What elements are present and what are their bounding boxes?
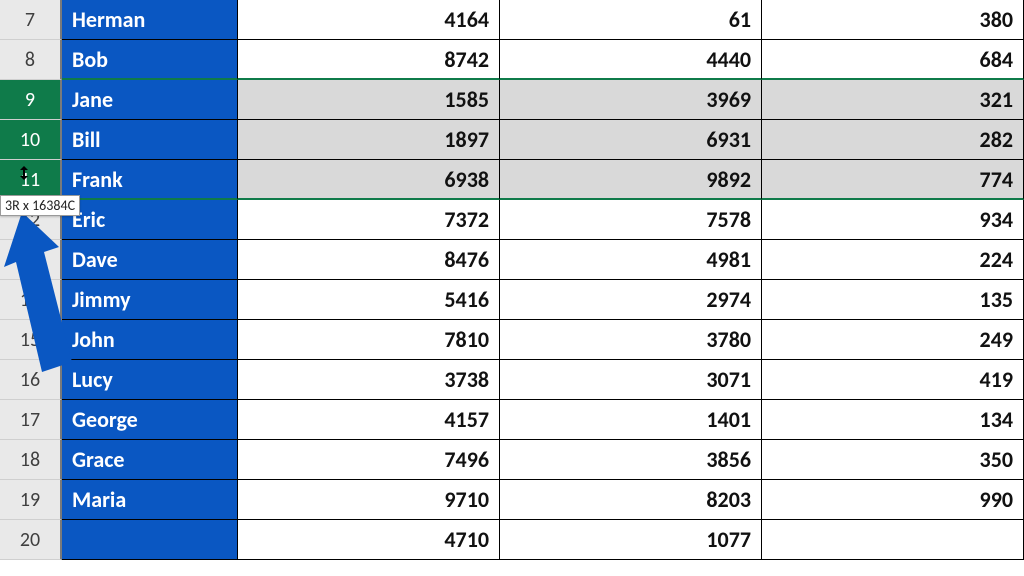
cell-value[interactable]: 135 <box>762 280 1024 320</box>
row-number: 14 <box>20 288 40 312</box>
selection-size-tooltip: 3R x 16384C <box>0 195 80 216</box>
cell-value[interactable]: 3738 <box>238 360 500 400</box>
cell-value[interactable]: 934 <box>762 200 1024 240</box>
row-header[interactable]: 8 <box>0 40 62 80</box>
cell-value[interactable]: 1077 <box>500 520 762 560</box>
row-header[interactable]: 18 <box>0 440 62 480</box>
table-row[interactable]: 8 Bob 8742 4440 684 <box>0 40 1024 80</box>
table-row[interactable]: 14 Jimmy 5416 2974 135 <box>0 280 1024 320</box>
cell-value[interactable]: 3780 <box>500 320 762 360</box>
cell-name[interactable]: George <box>62 400 238 440</box>
cell-value[interactable]: 350 <box>762 440 1024 480</box>
spreadsheet[interactable]: 7 Herman 4164 61 380 8 Bob 8742 4440 684… <box>0 0 1024 576</box>
row-header[interactable]: 13 <box>0 240 62 280</box>
table-row-selected[interactable]: 9 Jane 1585 3969 321 <box>0 80 1024 120</box>
cell-value[interactable]: 249 <box>762 320 1024 360</box>
row-number: 7 <box>25 8 35 32</box>
cell-value[interactable]: 7496 <box>238 440 500 480</box>
cell-value[interactable]: 134 <box>762 400 1024 440</box>
row-number: 10 <box>20 128 40 152</box>
cell-name[interactable]: Dave <box>62 240 238 280</box>
cell-value[interactable]: 8742 <box>238 40 500 80</box>
cell-value[interactable]: 7372 <box>238 200 500 240</box>
row-header[interactable]: 16 <box>0 360 62 400</box>
cell-value[interactable]: 282 <box>762 120 1024 160</box>
cell-name[interactable]: Jane <box>62 80 238 120</box>
cell-name[interactable]: Lucy <box>62 360 238 400</box>
row-header[interactable]: 19 <box>0 480 62 520</box>
cell-value[interactable] <box>762 520 1024 560</box>
cell-value[interactable]: 61 <box>500 0 762 40</box>
cell-name[interactable]: Grace <box>62 440 238 480</box>
cell-name[interactable]: John <box>62 320 238 360</box>
cell-value[interactable]: 4157 <box>238 400 500 440</box>
row-header[interactable]: 9 <box>0 80 62 120</box>
table-row-selected[interactable]: 11 Frank 6938 9892 774 <box>0 160 1024 200</box>
cell-name[interactable]: Maria <box>62 480 238 520</box>
row-number: 8 <box>25 48 35 72</box>
cell-value[interactable]: 7810 <box>238 320 500 360</box>
cell-value[interactable]: 8203 <box>500 480 762 520</box>
row-header[interactable]: 10 <box>0 120 62 160</box>
cell-value[interactable]: 2974 <box>500 280 762 320</box>
table-row[interactable]: 7 Herman 4164 61 380 <box>0 0 1024 40</box>
cell-value[interactable]: 1401 <box>500 400 762 440</box>
table-row[interactable]: 17 George 4157 1401 134 <box>0 400 1024 440</box>
cell-value[interactable]: 3969 <box>500 80 762 120</box>
cell-value[interactable]: 3856 <box>500 440 762 480</box>
cell-value[interactable]: 6938 <box>238 160 500 200</box>
row-number: 17 <box>20 408 40 432</box>
row-header[interactable]: 20 <box>0 520 62 560</box>
cell-value[interactable]: 1585 <box>238 80 500 120</box>
row-header[interactable]: 17 <box>0 400 62 440</box>
cell-value[interactable]: 4164 <box>238 0 500 40</box>
cell-value[interactable]: 5416 <box>238 280 500 320</box>
cell-value[interactable]: 224 <box>762 240 1024 280</box>
table-row[interactable]: 18 Grace 7496 3856 350 <box>0 440 1024 480</box>
row-number: 18 <box>20 448 40 472</box>
table-row[interactable]: 20 4710 1077 <box>0 520 1024 560</box>
cell-value[interactable]: 684 <box>762 40 1024 80</box>
cell-name[interactable]: Bill <box>62 120 238 160</box>
cell-name[interactable]: Herman <box>62 0 238 40</box>
row-number: 20 <box>20 528 40 552</box>
row-header[interactable]: 14 <box>0 280 62 320</box>
table-row[interactable]: 16 Lucy 3738 3071 419 <box>0 360 1024 400</box>
cell-value[interactable]: 8476 <box>238 240 500 280</box>
cell-value[interactable]: 321 <box>762 80 1024 120</box>
cell-name[interactable]: Jimmy <box>62 280 238 320</box>
row-number: 11 <box>20 168 40 192</box>
table-row[interactable]: 19 Maria 9710 8203 990 <box>0 480 1024 520</box>
row-number: 9 <box>25 88 35 112</box>
cell-value[interactable]: 4440 <box>500 40 762 80</box>
row-number: 13 <box>20 248 40 272</box>
cell-value[interactable]: 3071 <box>500 360 762 400</box>
cell-name[interactable]: Frank <box>62 160 238 200</box>
table-row[interactable]: 13 Dave 8476 4981 224 <box>0 240 1024 280</box>
row-number: 16 <box>20 368 40 392</box>
table-row[interactable]: 12 Eric 7372 7578 934 <box>0 200 1024 240</box>
cell-value[interactable]: 6931 <box>500 120 762 160</box>
cell-value[interactable]: 380 <box>762 0 1024 40</box>
row-number: 15 <box>20 328 40 352</box>
cell-value[interactable]: 419 <box>762 360 1024 400</box>
cell-value[interactable]: 9710 <box>238 480 500 520</box>
cell-value[interactable]: 7578 <box>500 200 762 240</box>
row-header[interactable]: 15 <box>0 320 62 360</box>
cell-value[interactable]: 4981 <box>500 240 762 280</box>
row-header[interactable]: 7 <box>0 0 62 40</box>
cell-value[interactable]: 774 <box>762 160 1024 200</box>
table-row[interactable]: 15 John 7810 3780 249 <box>0 320 1024 360</box>
cell-value[interactable]: 990 <box>762 480 1024 520</box>
cell-value[interactable]: 9892 <box>500 160 762 200</box>
cell-name[interactable]: Eric <box>62 200 238 240</box>
row-number: 19 <box>20 488 40 512</box>
cell-name[interactable] <box>62 520 238 560</box>
row-header[interactable]: 11 <box>0 160 62 200</box>
table-row-selected[interactable]: 10 Bill 1897 6931 282 <box>0 120 1024 160</box>
cell-name[interactable]: Bob <box>62 40 238 80</box>
cell-value[interactable]: 4710 <box>238 520 500 560</box>
cell-value[interactable]: 1897 <box>238 120 500 160</box>
